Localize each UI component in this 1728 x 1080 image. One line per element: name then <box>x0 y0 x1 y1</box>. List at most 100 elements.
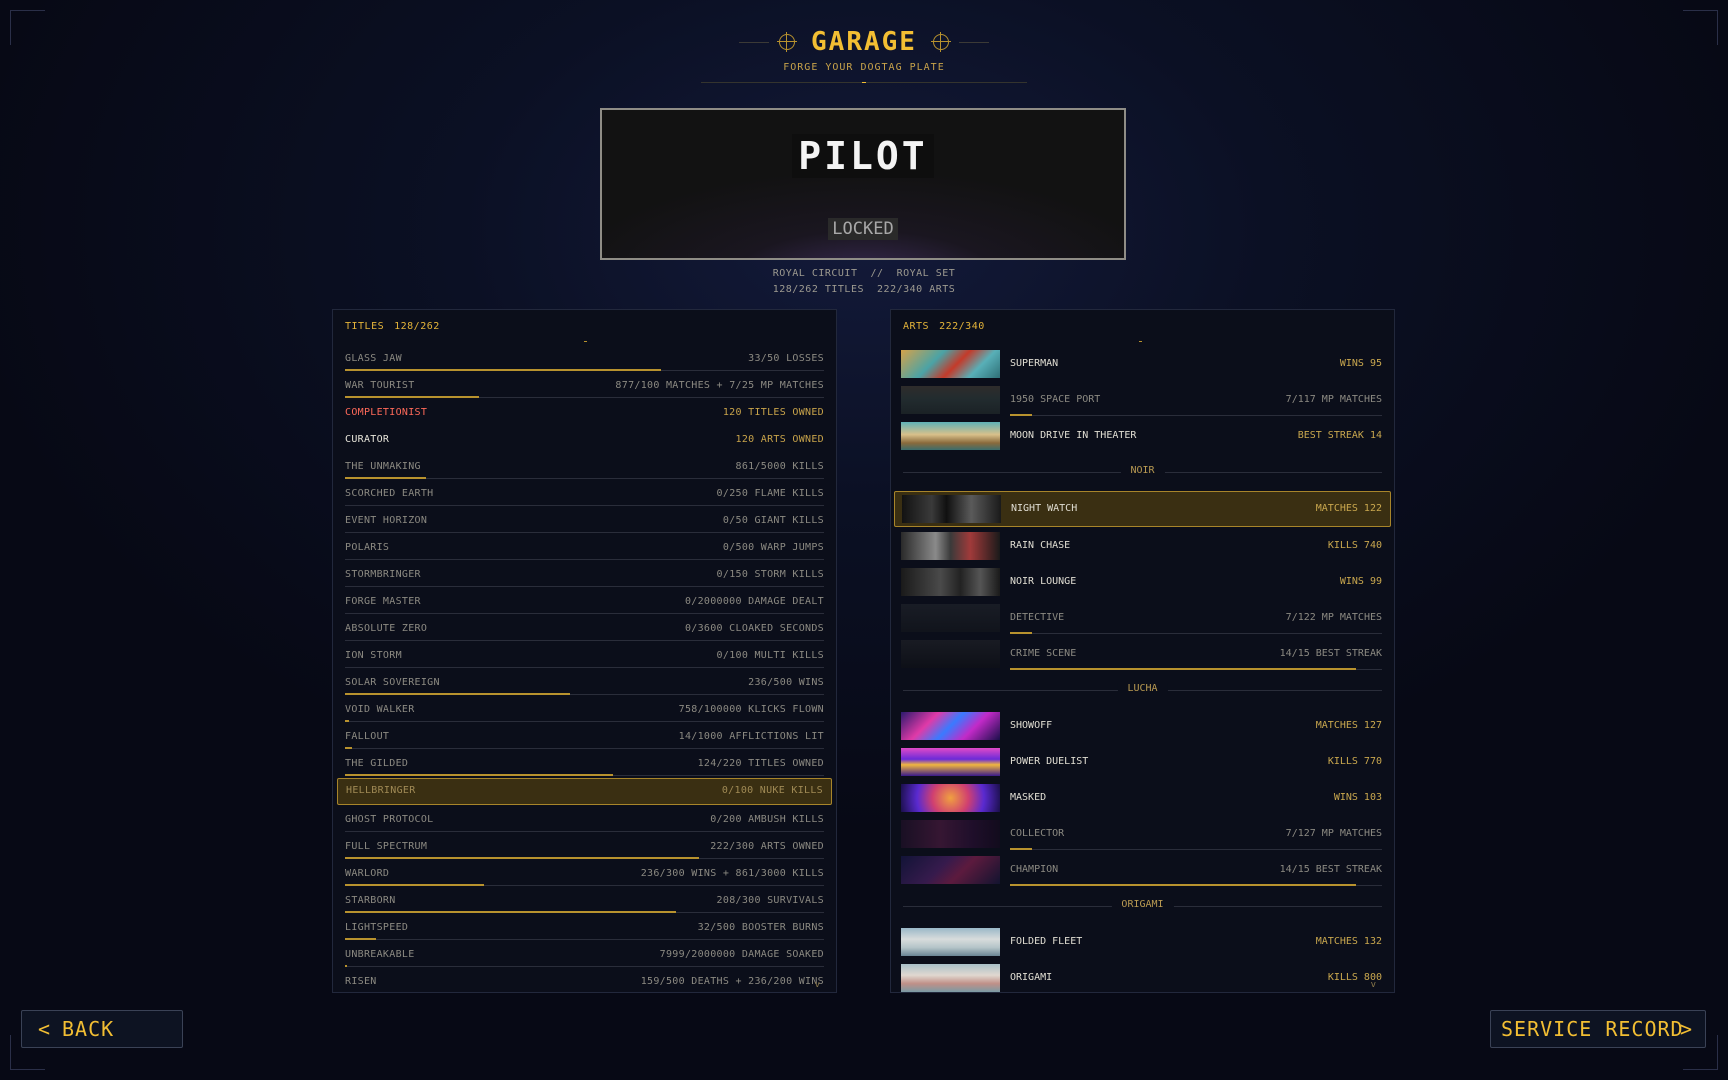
arts-list[interactable]: SUPERMAN WINS 95 1950 SPACE PORT 7/117 MP M… <box>891 346 1394 992</box>
title-row[interactable]: THE GILDED 124/220 TITLES OWNED <box>345 751 824 778</box>
title-row[interactable]: THE UNMAKING 861/5000 KILLS <box>345 454 824 481</box>
art-stat: WINS 99 <box>1339 576 1382 587</box>
titles-list[interactable]: GLASS JAW 33/50 LOSSES WAR TOURIST 877/100 … <box>333 346 836 992</box>
titles-panel-header: TITLES 128/262 <box>333 310 836 346</box>
art-thumbnail <box>901 820 1000 848</box>
title-row[interactable]: CURATOR 120 ARTS OWNED <box>345 427 824 454</box>
title-row[interactable]: GHOST PROTOCOL 0/200 AMBUSH KILLS <box>345 807 824 834</box>
title-name: STARBORN <box>345 895 396 906</box>
arts-section-divider: ORIGAMI <box>903 888 1382 924</box>
title-name: UNBREAKABLE <box>345 949 415 960</box>
title-row[interactable]: RISEN 159/500 DEATHS + 236/200 WINS <box>345 969 824 992</box>
title-row[interactable]: STARBORN 208/300 SURVIVALS <box>345 888 824 915</box>
title-progress-text: 236/500 WINS <box>748 677 824 688</box>
scroll-down-icon[interactable]: v <box>815 980 820 990</box>
title-name: GHOST PROTOCOL <box>345 814 434 825</box>
art-thumbnail <box>901 784 1000 812</box>
title-row[interactable]: HELLBRINGER 0/100 NUKE KILLS <box>337 778 832 805</box>
art-row[interactable]: 1950 SPACE PORT 7/117 MP MATCHES <box>901 382 1384 418</box>
title-name: CURATOR <box>345 434 390 445</box>
art-name: ORIGAMI <box>1010 972 1053 983</box>
title-progress-text: 0/200 AMBUSH KILLS <box>710 814 824 825</box>
art-thumbnail <box>901 350 1000 378</box>
title-name: WAR TOURIST <box>345 380 415 391</box>
art-row[interactable]: MASKED WINS 103 <box>901 780 1384 816</box>
title-row[interactable]: ION STORM 0/100 MULTI KILLS <box>345 643 824 670</box>
title-row[interactable]: ABSOLUTE ZERO 0/3600 CLOAKED SECONDS <box>345 616 824 643</box>
title-progress-text: 0/100 MULTI KILLS <box>716 650 824 661</box>
progress-track <box>345 667 824 668</box>
title-row[interactable]: POLARIS 0/500 WARP JUMPS <box>345 535 824 562</box>
arts-panel[interactable]: ARTS 222/340 SUPERMAN WINS 95 1950 SPACE PO… <box>890 309 1395 993</box>
title-row[interactable]: STORMBRINGER 0/150 STORM KILLS <box>345 562 824 589</box>
art-row[interactable]: MOON DRIVE IN THEATER BEST STREAK 14 <box>901 418 1384 454</box>
art-thumbnail <box>901 928 1000 956</box>
progress-fill <box>1010 668 1356 670</box>
art-thumbnail <box>901 964 1000 992</box>
service-record-label: SERVICE RECORD <box>1501 1017 1684 1041</box>
art-row[interactable]: POWER DUELIST KILLS 770 <box>901 744 1384 780</box>
art-name: COLLECTOR <box>1010 828 1065 839</box>
title-row[interactable]: VOID WALKER 758/100000 KLICKS FLOWN <box>345 697 824 724</box>
progress-fill <box>345 911 676 913</box>
art-row[interactable]: COLLECTOR 7/127 MP MATCHES <box>901 816 1384 852</box>
title-progress-text: 236/300 WINS + 861/3000 KILLS <box>640 868 824 879</box>
title-row[interactable]: EVENT HORIZON 0/50 GIANT KILLS <box>345 508 824 535</box>
arts-section-divider: LUCHA <box>903 672 1382 708</box>
title-name: HELLBRINGER <box>346 785 416 796</box>
art-stat: MATCHES 122 <box>1315 503 1382 514</box>
art-name: RAIN CHASE <box>1010 540 1071 551</box>
title-row[interactable]: WARLORD 236/300 WINS + 861/3000 KILLS <box>345 861 824 888</box>
back-button[interactable]: < BACK <box>21 1010 183 1048</box>
title-progress-text: 0/100 NUKE KILLS <box>721 785 823 796</box>
art-row[interactable]: RAIN CHASE KILLS 740 <box>901 528 1384 564</box>
plate-collection-counts: 128/262 TITLES 222/340 ARTS <box>772 284 956 295</box>
progress-track <box>345 748 824 749</box>
plate-title-text: PILOT <box>792 134 934 178</box>
title-progress-text: 124/220 TITLES OWNED <box>697 758 824 769</box>
progress-track <box>345 831 824 832</box>
progress-track <box>345 721 824 722</box>
title-row[interactable]: WAR TOURIST 877/100 MATCHES + 7/25 MP MAT… <box>345 373 824 400</box>
title-row[interactable]: LIGHTSPEED 32/500 BOOSTER BURNS <box>345 915 824 942</box>
art-name: NIGHT WATCH <box>1011 503 1078 514</box>
art-thumbnail <box>901 532 1000 560</box>
title-progress-text: 0/150 STORM KILLS <box>716 569 824 580</box>
title-row[interactable]: GLASS JAW 33/50 LOSSES <box>345 346 824 373</box>
art-thumbnail <box>901 640 1000 668</box>
art-name: POWER DUELIST <box>1010 756 1089 767</box>
art-name: CHAMPION <box>1010 864 1059 875</box>
title-row[interactable]: SOLAR SOVEREIGN 236/500 WINS <box>345 670 824 697</box>
scroll-down-icon[interactable]: v <box>1371 980 1376 990</box>
title-row[interactable]: COMPLETIONIST 120 TITLES OWNED <box>345 400 824 427</box>
art-row[interactable]: SHOWOFF MATCHES 127 <box>901 708 1384 744</box>
progress-fill <box>345 884 484 886</box>
art-row[interactable]: ORIGAMI KILLS 800 <box>901 960 1384 992</box>
art-row[interactable]: CRIME SCENE 14/15 BEST STREAK <box>901 636 1384 672</box>
title-name: POLARIS <box>345 542 390 553</box>
service-record-button[interactable]: SERVICE RECORD > <box>1490 1010 1706 1048</box>
art-row[interactable]: DETECTIVE 7/122 MP MATCHES <box>901 600 1384 636</box>
title-progress-text: 758/100000 KLICKS FLOWN <box>678 704 824 715</box>
titles-count: 128/262 <box>394 321 440 332</box>
art-thumbnail <box>901 856 1000 884</box>
arts-count: 222/340 <box>939 321 985 332</box>
art-name: MOON DRIVE IN THEATER <box>1010 430 1137 441</box>
title-progress-text: 33/50 LOSSES <box>748 353 824 364</box>
crosshair-icon <box>930 32 951 52</box>
art-row[interactable]: NIGHT WATCH MATCHES 122 <box>894 491 1391 527</box>
title-row[interactable]: SCORCHED EARTH 0/250 FLAME KILLS <box>345 481 824 508</box>
art-row[interactable]: SUPERMAN WINS 95 <box>901 346 1384 382</box>
art-stat: KILLS 770 <box>1327 756 1382 767</box>
title-row[interactable]: FULL SPECTRUM 222/300 ARTS OWNED <box>345 834 824 861</box>
art-name: 1950 SPACE PORT <box>1010 394 1101 405</box>
title-row[interactable]: FORGE MASTER 0/2000000 DAMAGE DEALT <box>345 589 824 616</box>
art-row[interactable]: NOIR LOUNGE WINS 99 <box>901 564 1384 600</box>
art-row[interactable]: CHAMPION 14/15 BEST STREAK <box>901 852 1384 888</box>
title-row[interactable]: FALLOUT 14/1000 AFFLICTIONS LIT <box>345 724 824 751</box>
art-stat: 7/122 MP MATCHES <box>1285 612 1382 623</box>
art-row[interactable]: FOLDED FLEET MATCHES 132 <box>901 924 1384 960</box>
titles-panel[interactable]: TITLES 128/262 GLASS JAW 33/50 LOSSES WAR T… <box>332 309 837 993</box>
title-row[interactable]: UNBREAKABLE 7999/2000000 DAMAGE SOAKED <box>345 942 824 969</box>
title-name: WARLORD <box>345 868 390 879</box>
